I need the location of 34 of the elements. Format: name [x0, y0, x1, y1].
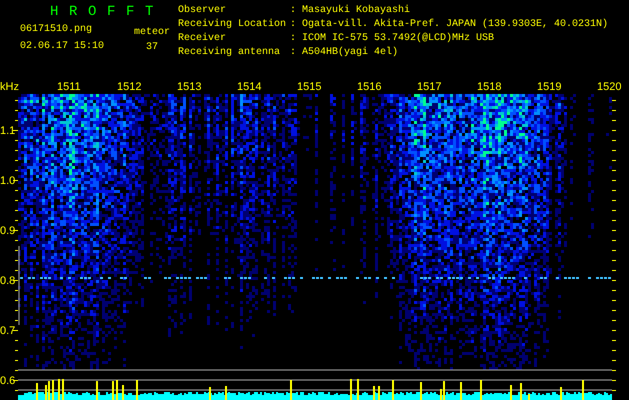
frequency-label: 1.0	[0, 175, 16, 187]
info-label: Receiver	[178, 32, 228, 46]
meteor-count: 37	[146, 42, 158, 53]
file-name: 06171510.png	[20, 24, 94, 35]
separator: :	[290, 32, 298, 46]
time-label: 1511	[57, 81, 81, 93]
separator: :	[290, 18, 298, 32]
info-value: A504HB(yagi 4el)	[302, 46, 398, 60]
separator: :	[290, 46, 298, 60]
timestamp: 02.06.17 15:10	[20, 41, 104, 52]
frequency-unit: kHz	[0, 81, 19, 93]
time-label: 1518	[477, 81, 502, 93]
time-label: 1514	[237, 81, 262, 93]
time-label: 1520	[597, 81, 622, 93]
time-label: 1512	[117, 81, 142, 93]
info-label: Receiving Location	[178, 18, 288, 32]
time-label: 1513	[177, 81, 202, 93]
info-value: Ogata-vill. Akita-Pref. JAPAN (139.9303E, 40.0231N)	[302, 18, 608, 32]
app-title: H R O F F T	[50, 4, 156, 20]
frequency-label: 0.9	[0, 225, 16, 237]
time-label: 1516	[357, 81, 382, 93]
separator: :	[290, 4, 298, 18]
time-label: 1519	[537, 81, 562, 93]
info-value: Masayuki Kobayashi	[302, 4, 410, 18]
info-value: ICOM IC-575 53.7492(@LCD)MHz USB	[302, 32, 494, 46]
frequency-label: 1.1	[0, 125, 16, 137]
frequency-label: 0.7	[0, 325, 16, 337]
meteor-label: meteor	[134, 27, 170, 38]
frequency-label: 0.6	[0, 375, 16, 387]
info-label: Observer	[178, 4, 228, 18]
time-label: 1515	[297, 81, 322, 93]
time-label: 1517	[417, 81, 442, 93]
info-label: Receiving antenna	[178, 46, 282, 60]
frequency-label: 0.8	[0, 275, 16, 287]
